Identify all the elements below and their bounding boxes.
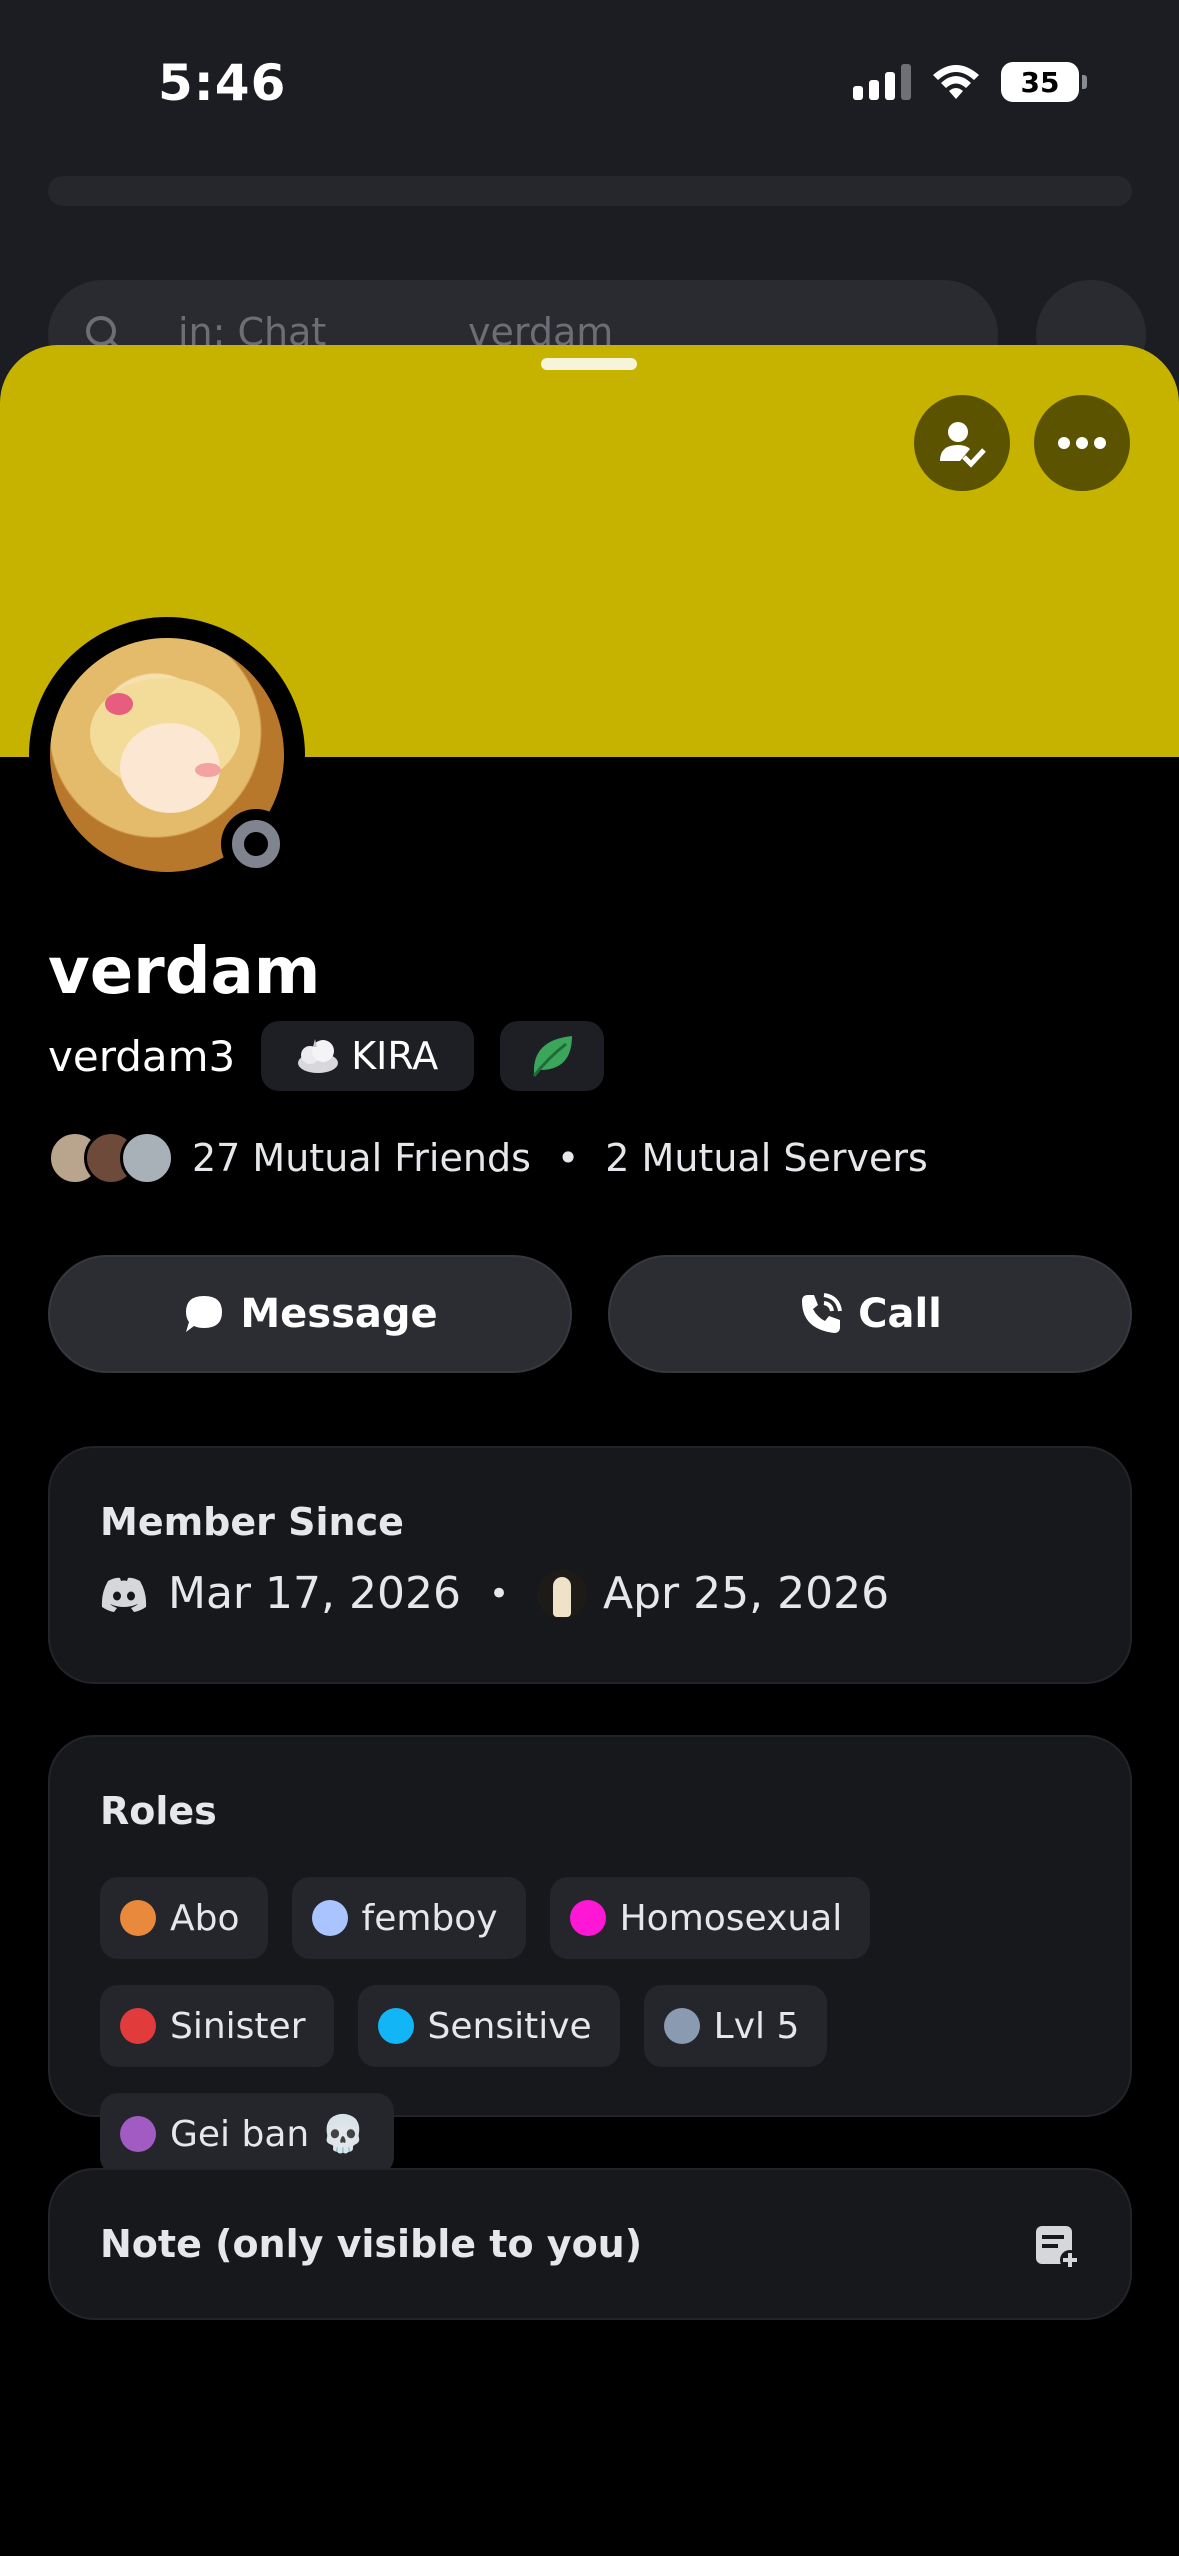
role-color-dot [569,1900,606,1936]
background-header-bar [48,176,1132,206]
role-color-dot [120,1900,156,1936]
call-button[interactable]: Call [608,1255,1132,1373]
separator: • [556,1136,580,1180]
cellular-signal-icon [853,64,911,100]
server-join-date: Apr 25, 2026 [603,1568,890,1619]
role-chip[interactable]: Sinister [100,1985,334,2067]
member-since-title: Member Since [100,1500,404,1544]
discord-join-date: Mar 17, 2026 [168,1568,461,1619]
roles-title: Roles [100,1789,217,1833]
role-label: Sinister [170,2005,306,2047]
friend-check-icon [940,422,986,468]
role-color-dot [120,2116,156,2152]
member-since-row: Mar 17, 2026 • Apr 25, 2026 [100,1568,889,1619]
role-color-dot [377,2008,414,2044]
friend-status-button[interactable] [914,395,1010,491]
separator: • [488,1573,510,1614]
role-chip[interactable]: Lvl 5 [643,1985,828,2067]
role-label: Homosexual [619,1897,843,1939]
username-row: verdam3 KIRA [48,1021,605,1091]
role-label: Gei ban 💀 [170,2114,366,2155]
mutual-servers-link[interactable]: 2 Mutual Servers [605,1136,927,1180]
wifi-icon [933,65,979,99]
role-chip[interactable]: Abo [100,1877,268,1959]
profile-sheet: verdam verdam3 KIRA 27 Mutual Friends • … [0,345,1179,2556]
mutuals-row[interactable]: 27 Mutual Friends • 2 Mutual Servers [48,1131,928,1185]
roles-list: Abo femboy Homosexual Sinister Sensitive… [100,1877,1090,2175]
role-label: femboy [361,1897,498,1939]
message-button[interactable]: Message [48,1255,572,1373]
battery-indicator: 35 [1001,62,1087,102]
role-color-dot [663,2008,700,2044]
offline-status-indicator [221,809,291,879]
role-label: Abo [170,1897,240,1939]
profile-avatar[interactable] [29,617,305,893]
status-time: 5:46 [158,54,287,112]
member-since-card: Member Since Mar 17, 2026 • Apr 25, 2026 [48,1446,1132,1684]
server-icon [537,1568,588,1619]
role-chip[interactable]: femboy [291,1877,526,1959]
guild-tag-badge[interactable]: KIRA [261,1021,475,1091]
more-options-button[interactable] [1034,395,1130,491]
note-label: Note (only visible to you) [100,2222,643,2266]
mutual-friends-link[interactable]: 27 Mutual Friends [192,1136,531,1180]
role-label: Sensitive [427,2005,592,2047]
role-chip[interactable]: Gei ban 💀 [100,2093,394,2175]
ellipsis-icon [1058,437,1106,449]
guild-tag-label: KIRA [351,1034,439,1078]
display-name: verdam [48,935,321,1009]
role-color-dot [311,1900,348,1936]
add-note-icon [1036,2226,1080,2270]
roles-card: Roles Abo femboy Homosexual Sinister Sen… [48,1735,1132,2175]
cloud-icon [298,1039,339,1073]
call-label: Call [858,1291,942,1337]
leaf-badge[interactable] [500,1021,605,1091]
role-chip[interactable]: Homosexual [549,1877,871,1959]
chat-bubble-icon [186,1296,223,1332]
username: verdam3 [48,1031,236,1081]
phone-call-icon [802,1293,843,1333]
message-label: Message [240,1291,438,1337]
role-color-dot [120,2008,156,2044]
role-chip[interactable]: Sensitive [357,1985,620,2067]
discord-logo-icon [101,1577,147,1612]
mutual-friend-avatars [48,1131,174,1185]
status-icons: 35 [853,62,1087,102]
sheet-grabber[interactable] [541,358,637,370]
leaf-icon [533,1036,573,1077]
note-card[interactable]: Note (only visible to you) [48,2168,1132,2320]
role-label: Lvl 5 [713,2005,800,2047]
